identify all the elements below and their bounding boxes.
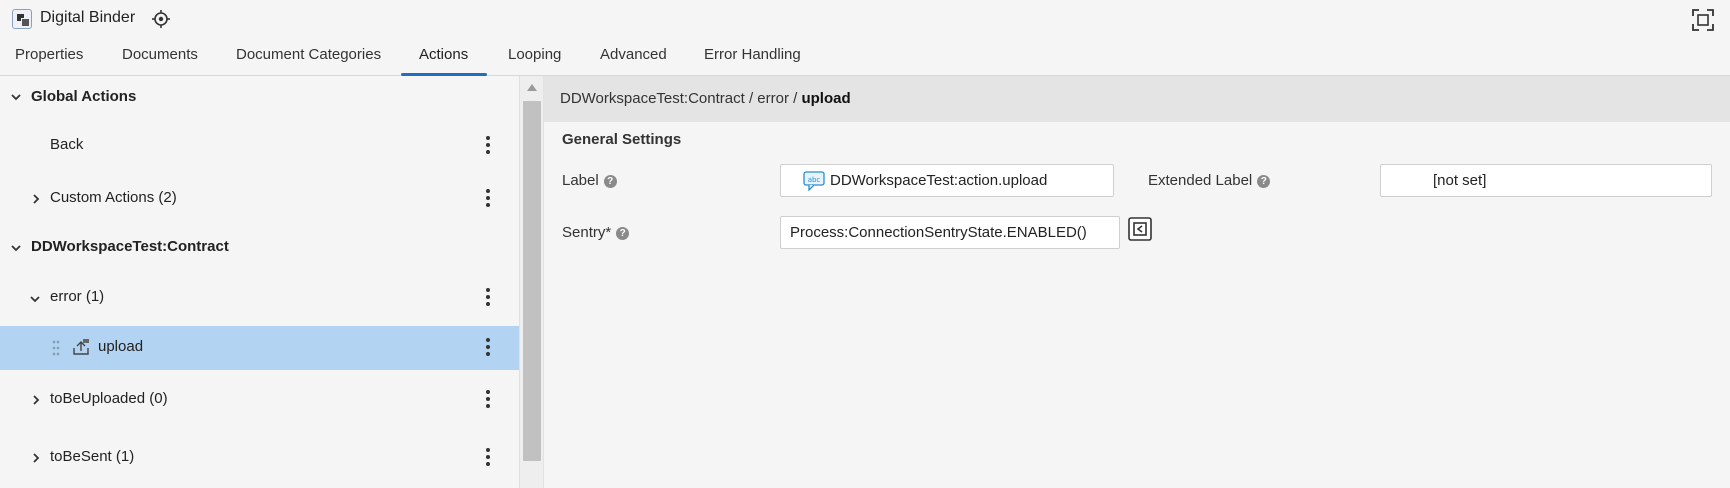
- sentry-field-label: Sentry*?: [562, 224, 630, 241]
- tree-node-error[interactable]: error (1): [0, 272, 519, 324]
- label-field-text: Label: [562, 172, 599, 189]
- tab-documents[interactable]: Documents: [122, 46, 198, 63]
- chevron-right-icon[interactable]: [31, 395, 41, 405]
- tree-node-to-be-uploaded[interactable]: toBeUploaded (0): [0, 372, 519, 428]
- breadcrumb-path: DDWorkspaceTest:Contract / error /: [560, 90, 802, 107]
- tree-node-label: toBeUploaded (0): [50, 390, 168, 407]
- extended-label-value: [not set]: [1433, 172, 1487, 189]
- more-options-icon[interactable]: [480, 288, 496, 308]
- chevron-right-icon[interactable]: [31, 194, 41, 204]
- title-bar: Digital Binder: [0, 0, 1730, 38]
- tab-error-handling[interactable]: Error Handling: [704, 46, 801, 63]
- tree-node-back[interactable]: Back: [0, 120, 519, 172]
- extended-label-text: Extended Label: [1148, 172, 1253, 189]
- tab-advanced[interactable]: Advanced: [600, 46, 667, 63]
- more-options-icon[interactable]: [480, 448, 496, 468]
- tab-actions[interactable]: Actions: [419, 46, 468, 63]
- tree-node-label: Global Actions: [31, 88, 137, 105]
- breadcrumb: DDWorkspaceTest:Contract / error / uploa…: [544, 76, 1730, 122]
- tree-scrollbar[interactable]: [519, 76, 543, 488]
- tree-node-to-be-sent[interactable]: toBeSent (1): [0, 428, 519, 488]
- breadcrumb-text: DDWorkspaceTest:Contract / error / uploa…: [560, 90, 851, 107]
- help-icon[interactable]: ?: [603, 175, 617, 188]
- chevron-down-icon[interactable]: [11, 92, 21, 102]
- tree-node-label: error (1): [50, 288, 105, 305]
- svg-text:abc: abc: [808, 176, 821, 184]
- drag-handle-icon[interactable]: [52, 340, 60, 356]
- help-icon[interactable]: ?: [1257, 175, 1271, 188]
- label-field-label: Label?: [562, 172, 617, 189]
- tree-node-custom-actions[interactable]: Custom Actions (2): [0, 172, 519, 224]
- chevron-right-icon[interactable]: [31, 453, 41, 463]
- tree-node-label: upload: [98, 338, 144, 355]
- label-value: DDWorkspaceTest:action.upload: [830, 172, 1048, 189]
- more-options-icon[interactable]: [480, 136, 496, 156]
- tree-node-global-actions[interactable]: Global Actions: [0, 76, 519, 120]
- extended-label-field[interactable]: [not set]: [1380, 164, 1712, 197]
- app-title: Digital Binder: [40, 9, 136, 26]
- expression-editor-icon[interactable]: [1128, 217, 1152, 241]
- help-icon[interactable]: ?: [616, 227, 630, 240]
- extended-label-field-label: Extended Label?: [1148, 172, 1271, 189]
- scroll-thumb[interactable]: [523, 101, 541, 461]
- tab-looping[interactable]: Looping: [508, 46, 561, 63]
- fullscreen-icon[interactable]: [1692, 9, 1714, 31]
- action-details-panel: DDWorkspaceTest:Contract / error / uploa…: [543, 76, 1730, 488]
- more-options-icon[interactable]: [480, 390, 496, 410]
- tree-node-label: Back: [50, 136, 84, 153]
- sentry-label-text: Sentry*: [562, 224, 612, 241]
- scroll-up-arrow-icon[interactable]: [527, 84, 537, 91]
- tree-node-contract[interactable]: DDWorkspaceTest:Contract: [0, 224, 519, 272]
- actions-tree: Global Actions Back Custom Actions (2) D…: [0, 76, 519, 488]
- upload-action-icon: [73, 339, 89, 355]
- tree-node-label: DDWorkspaceTest:Contract: [31, 238, 229, 255]
- locate-target-icon[interactable]: [152, 10, 170, 28]
- tree-node-upload[interactable]: upload: [0, 326, 519, 370]
- more-options-icon[interactable]: [480, 189, 496, 209]
- sentry-field[interactable]: Process:ConnectionSentryState.ENABLED(): [780, 216, 1120, 249]
- more-options-icon[interactable]: [480, 338, 496, 358]
- tab-properties[interactable]: Properties: [15, 46, 83, 63]
- section-title: General Settings: [562, 131, 682, 148]
- breadcrumb-current: upload: [801, 90, 851, 107]
- label-field[interactable]: abc DDWorkspaceTest:action.upload: [780, 164, 1114, 197]
- text-resource-icon: abc: [803, 171, 825, 191]
- app-icon: [12, 9, 32, 29]
- tab-document-categories[interactable]: Document Categories: [236, 46, 381, 63]
- tab-bar: Properties Documents Document Categories…: [0, 38, 1730, 76]
- tree-node-label: toBeSent (1): [50, 448, 135, 465]
- tree-node-label: Custom Actions (2): [50, 189, 177, 206]
- sentry-value: Process:ConnectionSentryState.ENABLED(): [790, 224, 1087, 241]
- chevron-down-icon[interactable]: [11, 243, 21, 253]
- chevron-down-icon[interactable]: [30, 294, 40, 304]
